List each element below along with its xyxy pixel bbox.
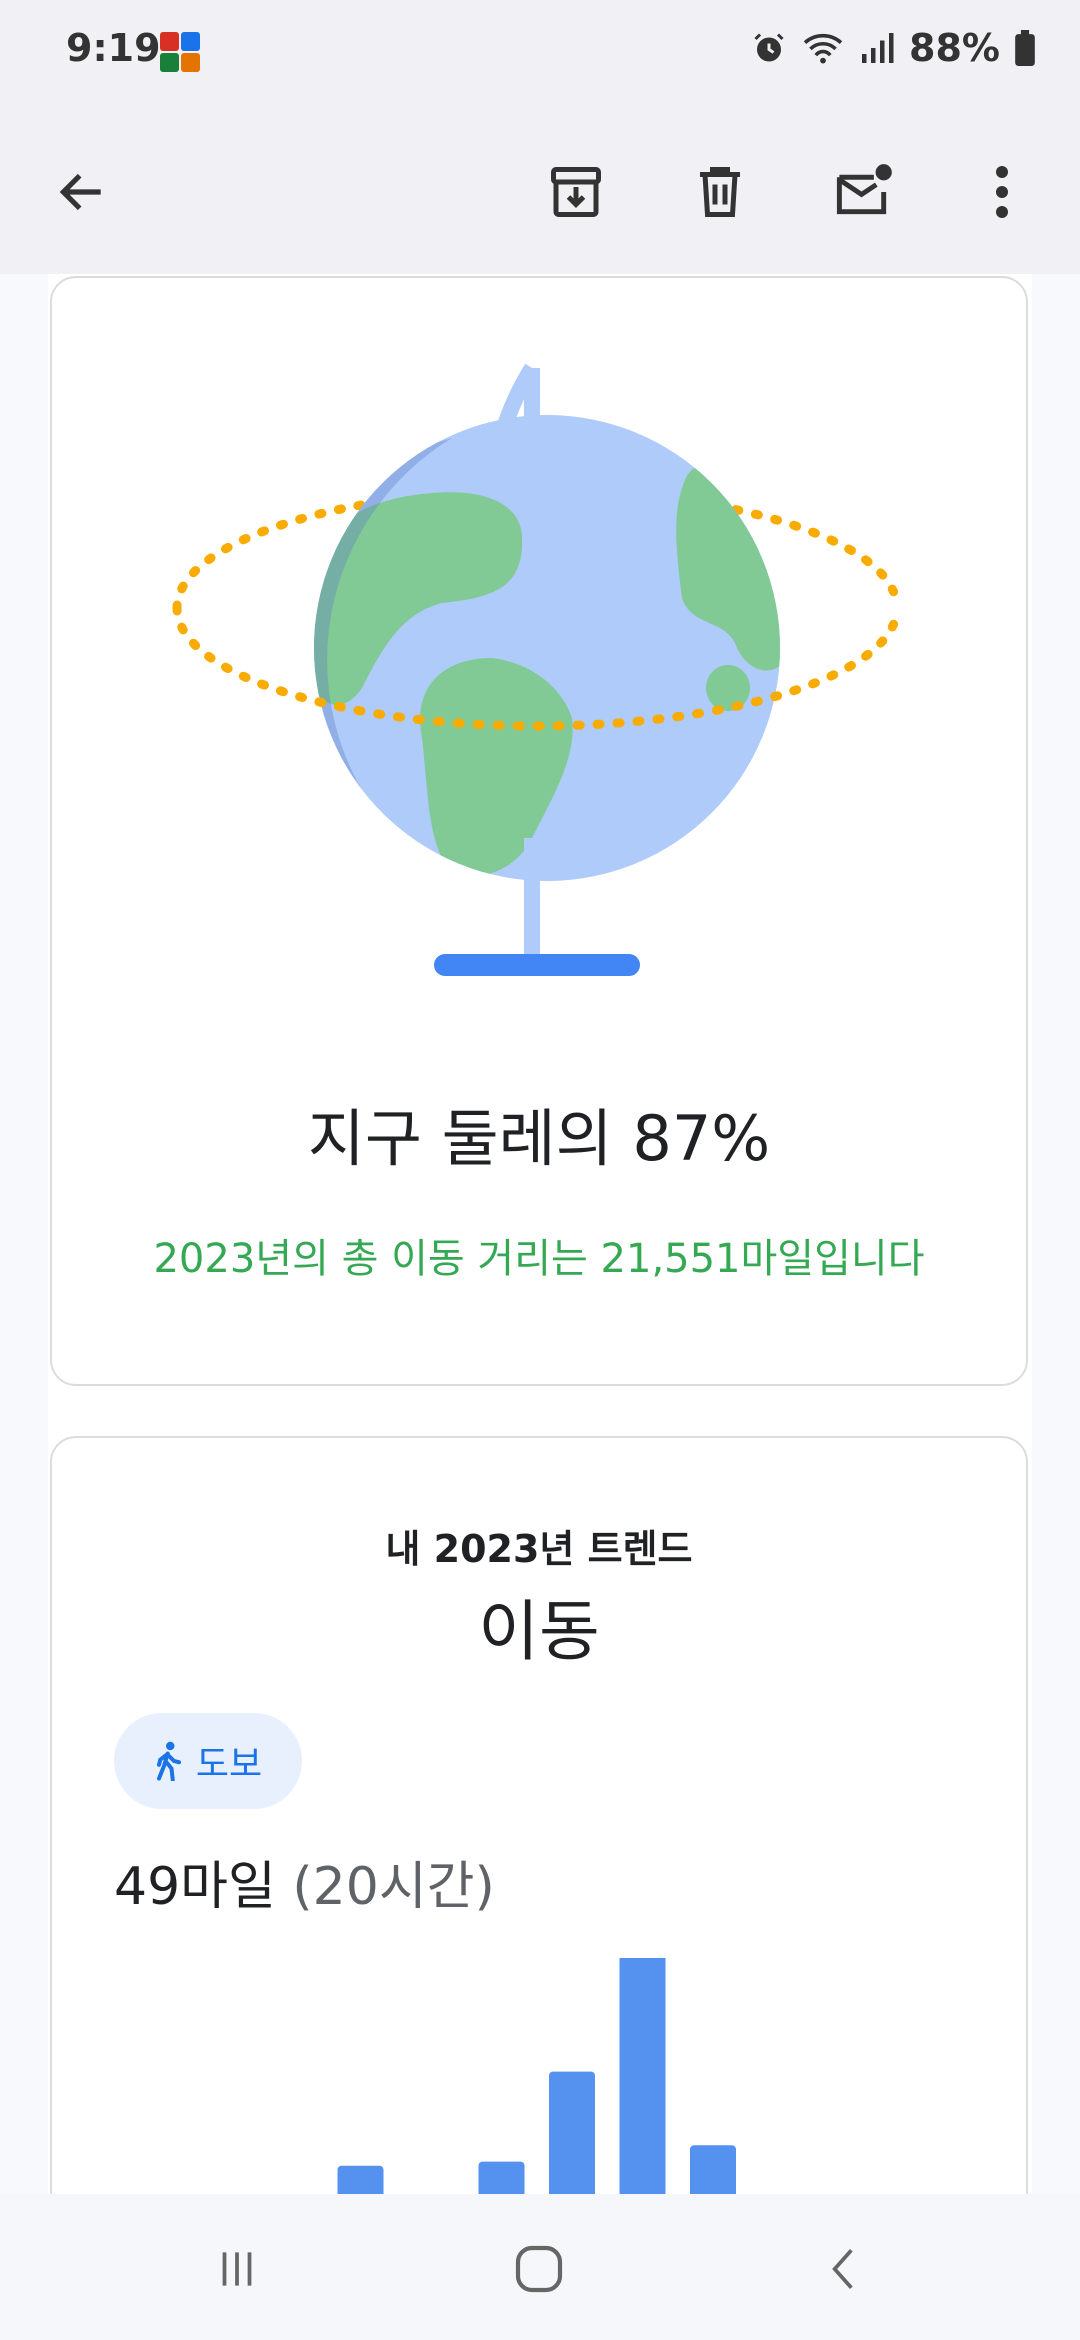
- office-app-icon: [160, 32, 200, 72]
- back-arrow-icon: [59, 173, 101, 211]
- card-subtitle: 2023년의 총 이동 거리는 21,551마일입니다: [153, 1236, 925, 1282]
- distance-value: 49마일: [114, 1857, 276, 1917]
- more-options-button[interactable]: [960, 150, 1044, 234]
- globe-icon: [172, 363, 902, 976]
- recents-icon: [222, 2252, 252, 2286]
- chart-bar: [478, 2161, 525, 2194]
- chart-bar: [337, 2165, 384, 2194]
- navigation-bar: [0, 2194, 1080, 2340]
- archive-icon: [551, 167, 601, 217]
- summary-card: 지구 둘레의 87% 2023년의 총 이동 거리는 21,551마일입니다: [50, 276, 1028, 1386]
- chart-bar: [619, 1958, 666, 2194]
- status-indicators: 88%: [751, 26, 1036, 70]
- duration-value: (20시간): [292, 1857, 495, 1917]
- chart-bar: [549, 2071, 595, 2194]
- walking-chip[interactable]: 도보: [114, 1713, 302, 1809]
- wifi-icon: [803, 33, 843, 64]
- alarm-icon: [754, 33, 784, 62]
- signal-icon: [862, 33, 894, 63]
- mark-unread-icon: [836, 164, 892, 215]
- mark-unread-button[interactable]: [822, 150, 906, 234]
- walking-icon: [156, 1741, 181, 1781]
- monthly-walking-chart: [337, 1958, 736, 2194]
- trend-card: 내 2023년 트렌드 이동 도보 49마일 (20시간): [50, 1436, 1028, 2194]
- delete-button[interactable]: [678, 150, 762, 234]
- distance-summary: 49마일 (20시간): [114, 1844, 495, 1919]
- chip-label: 도보: [195, 1744, 263, 1785]
- back-icon: [832, 2249, 853, 2289]
- message-body[interactable]: 지구 둘레의 87% 2023년의 총 이동 거리는 21,551마일입니다 내…: [0, 274, 1080, 2194]
- trend-kicker: 내 2023년 트렌드: [385, 1527, 693, 1571]
- back-nav-button[interactable]: [798, 2234, 888, 2304]
- card-title: 지구 둘레의 87%: [307, 1102, 771, 1175]
- home-button[interactable]: [494, 2234, 584, 2304]
- chart-bar: [690, 2145, 736, 2194]
- battery-percent: 88%: [909, 26, 1000, 70]
- app-bar: [0, 110, 1080, 274]
- trend-title: 이동: [478, 1593, 600, 1670]
- battery-icon: [1015, 30, 1035, 66]
- delete-icon: [700, 167, 740, 217]
- archive-button[interactable]: [534, 150, 618, 234]
- back-button[interactable]: [40, 150, 124, 234]
- status-time: 9:19: [66, 26, 161, 70]
- more-vert-icon: [996, 166, 1008, 218]
- home-icon: [515, 2245, 563, 2293]
- recents-button[interactable]: [192, 2234, 282, 2304]
- status-bar: 9:19 88%: [0, 0, 1080, 110]
